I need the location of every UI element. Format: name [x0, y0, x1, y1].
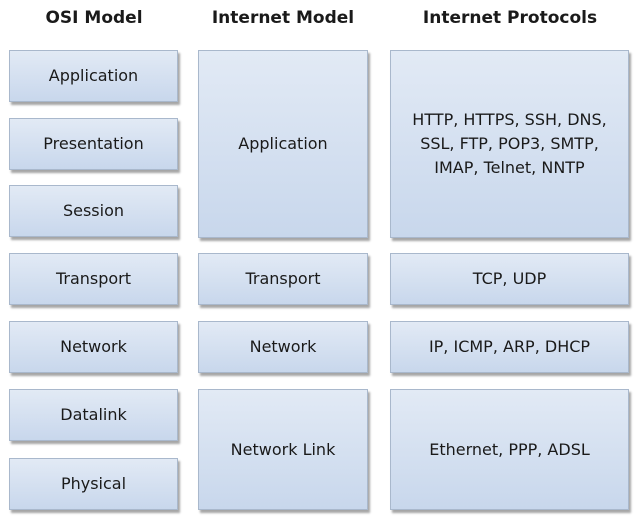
- osi-layer-session: Session: [9, 185, 178, 237]
- osi-layer-datalink: Datalink: [9, 389, 178, 441]
- internet-layer-application: Application: [198, 50, 368, 238]
- internet-protocols-header: Internet Protocols: [422, 8, 598, 28]
- internet-model-header: Internet Model: [211, 8, 355, 28]
- osi-layer-physical: Physical: [9, 458, 178, 510]
- osi-layer-application: Application: [9, 50, 178, 102]
- osi-model-header: OSI Model: [45, 8, 143, 28]
- protocols-application: HTTP, HTTPS, SSH, DNS, SSL, FTP, POP3, S…: [390, 50, 629, 238]
- osi-layer-transport: Transport: [9, 253, 178, 305]
- protocols-application-text: HTTP, HTTPS, SSH, DNS, SSL, FTP, POP3, S…: [412, 110, 607, 177]
- protocols-network-link: Ethernet, PPP, ADSL: [390, 389, 629, 510]
- protocols-network: IP, ICMP, ARP, DHCP: [390, 321, 629, 373]
- internet-layer-transport: Transport: [198, 253, 368, 305]
- osi-layer-network: Network: [9, 321, 178, 373]
- osi-layer-presentation: Presentation: [9, 118, 178, 170]
- internet-layer-network-link: Network Link: [198, 389, 368, 510]
- internet-layer-network: Network: [198, 321, 368, 373]
- protocols-transport: TCP, UDP: [390, 253, 629, 305]
